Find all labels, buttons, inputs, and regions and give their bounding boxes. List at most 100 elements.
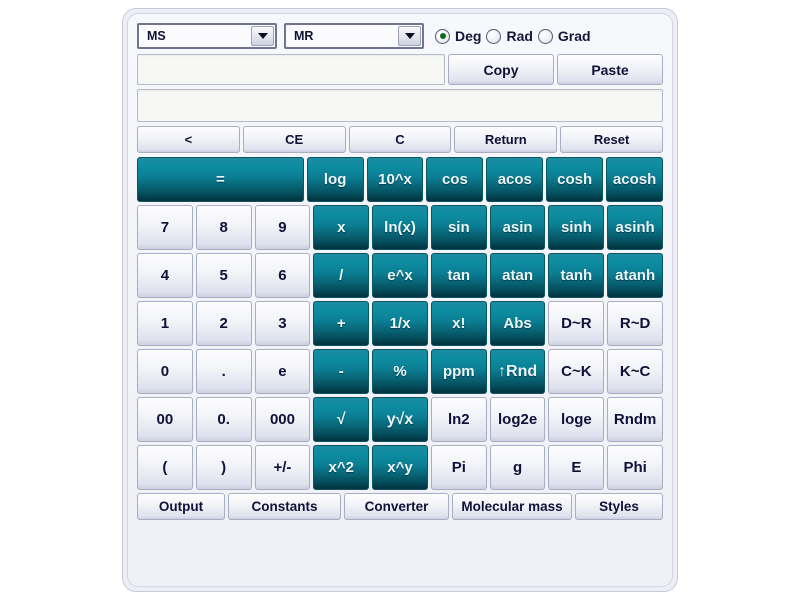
return-button[interactable]: Return <box>454 126 558 153</box>
key-pi[interactable]: Pi <box>430 445 487 490</box>
angle-mode-grad-label: Grad <box>557 28 591 44</box>
tab-styles[interactable]: Styles <box>575 493 663 520</box>
keypad-row: () +/- x^2 x^y Pi g E Phi <box>137 445 664 490</box>
key-cosh[interactable]: cosh <box>546 157 604 202</box>
key-cos[interactable]: cos <box>426 157 484 202</box>
key-x[interactable]: x! <box>430 301 487 346</box>
expression-bar: Copy Paste <box>137 54 663 85</box>
memory-recall-value: MR <box>294 29 314 43</box>
key-0[interactable]: 0. <box>195 397 252 442</box>
key-tan[interactable]: tan <box>430 253 487 298</box>
key-e-pow-x[interactable]: e^x <box>372 253 428 298</box>
key-tanh[interactable]: tanh <box>548 253 605 298</box>
key-0[interactable]: 0 <box>137 349 193 394</box>
key-div[interactable]: / <box>313 253 370 298</box>
key-5[interactable]: 5 <box>195 253 252 298</box>
top-control-bar: MS MR Deg Rad Grad <box>137 22 663 50</box>
clear-button[interactable]: C <box>348 126 452 153</box>
key-key[interactable]: = <box>137 157 304 202</box>
key-acos[interactable]: acos <box>486 157 544 202</box>
memory-recall-select[interactable]: MR <box>284 23 424 49</box>
key-key[interactable]: . <box>195 349 252 394</box>
angle-mode-rad-label: Rad <box>506 28 533 44</box>
key-atanh[interactable]: atanh <box>607 253 664 298</box>
key-plus[interactable]: + <box>313 301 370 346</box>
key-9[interactable]: 9 <box>254 205 311 250</box>
key-1[interactable]: 1 <box>137 301 193 346</box>
angle-mode-rad[interactable]: Rad <box>486 28 533 44</box>
key-e[interactable]: E <box>548 445 605 490</box>
key-key[interactable]: ) <box>195 445 252 490</box>
key-ppm[interactable]: ppm <box>430 349 487 394</box>
key-log2e[interactable]: log2e <box>489 397 546 442</box>
chevron-down-icon[interactable] <box>398 26 421 46</box>
key-plus-div[interactable]: +/- <box>254 445 311 490</box>
tab-converter[interactable]: Converter <box>344 493 449 520</box>
backspace-button[interactable]: < <box>137 126 240 153</box>
copy-button[interactable]: Copy <box>448 54 554 85</box>
keypad-row: 00 0. 000 √ y√x ln2 log2e loge Rndm <box>137 397 664 442</box>
key-2[interactable]: 2 <box>195 301 252 346</box>
key-asin[interactable]: asin <box>489 205 546 250</box>
angle-mode-deg[interactable]: Deg <box>435 28 481 44</box>
key-asinh[interactable]: asinh <box>607 205 664 250</box>
key-key[interactable]: ( <box>137 445 193 490</box>
radio-icon-deg[interactable] <box>435 28 450 44</box>
keypad-row: = log 10^x cos acos cosh acosh <box>137 157 664 202</box>
keypad-row: 0. e -% ppm ↑Rnd C~K K~C <box>137 349 664 394</box>
tab-molecular-mass[interactable]: Molecular mass <box>452 493 572 520</box>
key-k-c[interactable]: K~C <box>607 349 664 394</box>
expression-input[interactable] <box>137 54 445 85</box>
calculator-window: MS MR Deg Rad Grad Copy Paste < CE C Ret… <box>122 8 678 592</box>
memory-store-value: MS <box>147 29 166 43</box>
keypad-row: 1 2 3 +1/x x! Abs D~R R~D <box>137 301 664 346</box>
key-d-r[interactable]: D~R <box>548 301 605 346</box>
key-10-pow-x[interactable]: 10^x <box>366 157 424 202</box>
key-key[interactable]: % <box>372 349 428 394</box>
key-3[interactable]: 3 <box>254 301 311 346</box>
key-x[interactable]: x <box>313 205 370 250</box>
key-abs[interactable]: Abs <box>489 301 546 346</box>
reset-button[interactable]: Reset <box>560 126 663 153</box>
key-y-x[interactable]: y√x <box>372 397 428 442</box>
bottom-tab-bar: Output Constants Converter Molecular mas… <box>137 493 663 520</box>
chevron-down-icon[interactable] <box>251 26 274 46</box>
key-4[interactable]: 4 <box>137 253 193 298</box>
key-ln-x[interactable]: ln(x) <box>372 205 428 250</box>
key-g[interactable]: g <box>489 445 546 490</box>
key-ln2[interactable]: ln2 <box>430 397 487 442</box>
key-acosh[interactable]: acosh <box>606 157 664 202</box>
key-7[interactable]: 7 <box>137 205 193 250</box>
key-00[interactable]: 00 <box>137 397 193 442</box>
calculator-panel: MS MR Deg Rad Grad Copy Paste < CE C Ret… <box>127 13 673 587</box>
tab-output[interactable]: Output <box>137 493 225 520</box>
angle-mode-grad[interactable]: Grad <box>537 28 591 44</box>
key-r-d[interactable]: R~D <box>607 301 664 346</box>
paste-button[interactable]: Paste <box>557 54 663 85</box>
key-000[interactable]: 000 <box>254 397 311 442</box>
key-sin[interactable]: sin <box>430 205 487 250</box>
key-c-k[interactable]: C~K <box>548 349 605 394</box>
key-loge[interactable]: loge <box>548 397 605 442</box>
key-1-div-x[interactable]: 1/x <box>372 301 428 346</box>
key-log[interactable]: log <box>306 157 364 202</box>
key-rndm[interactable]: Rndm <box>607 397 664 442</box>
key-sinh[interactable]: sinh <box>548 205 605 250</box>
key-x-pow-2[interactable]: x^2 <box>313 445 370 490</box>
key-key[interactable]: √ <box>313 397 370 442</box>
key-rnd[interactable]: ↑Rnd <box>489 349 546 394</box>
key-6[interactable]: 6 <box>254 253 311 298</box>
key-key[interactable]: - <box>313 349 370 394</box>
key-x-pow-y[interactable]: x^y <box>372 445 428 490</box>
result-input[interactable] <box>137 89 663 122</box>
memory-store-select[interactable]: MS <box>137 23 277 49</box>
radio-icon-grad[interactable] <box>537 28 553 44</box>
clear-entry-button[interactable]: CE <box>242 126 346 153</box>
radio-icon-rad[interactable] <box>486 28 502 44</box>
keypad-row: 7 8 9 x ln(x) sin asin sinh asinh <box>137 205 664 250</box>
key-atan[interactable]: atan <box>489 253 546 298</box>
key-phi[interactable]: Phi <box>607 445 664 490</box>
tab-constants[interactable]: Constants <box>228 493 341 520</box>
key-e[interactable]: e <box>254 349 311 394</box>
key-8[interactable]: 8 <box>195 205 252 250</box>
